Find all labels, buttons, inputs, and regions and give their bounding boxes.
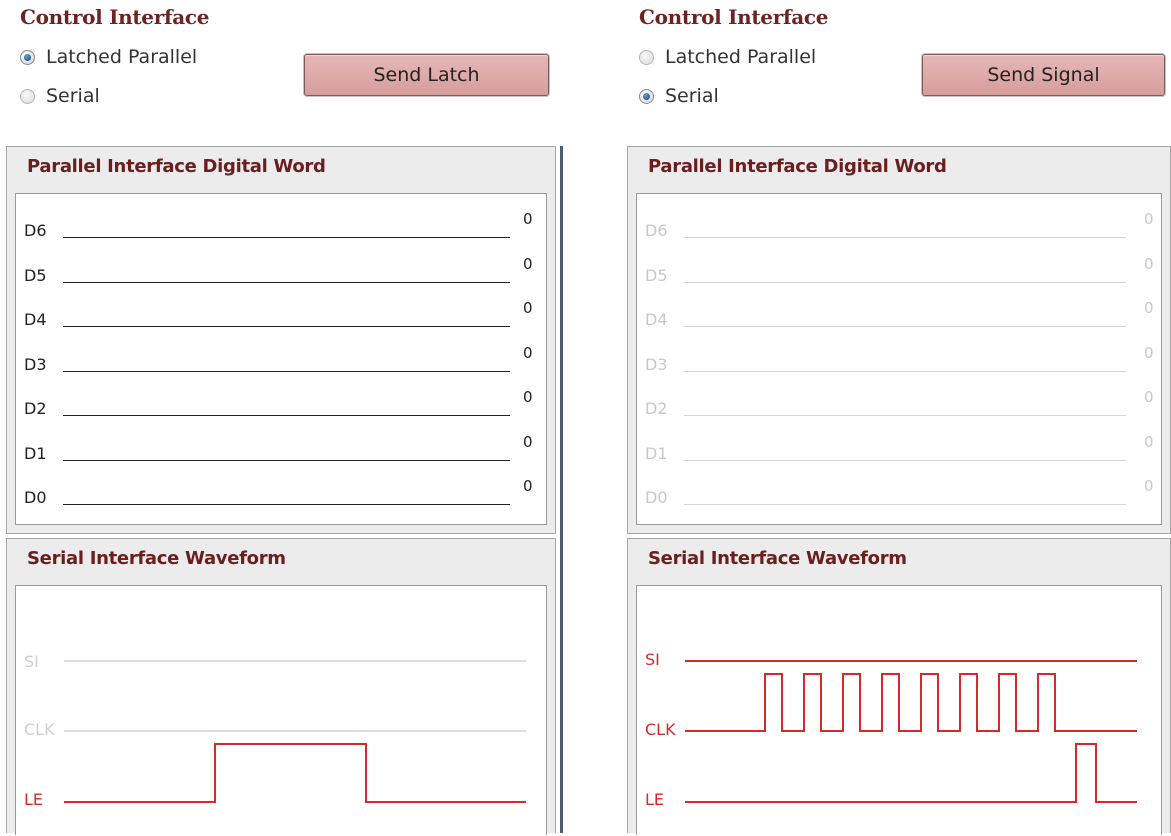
radio-checked-icon[interactable]: [639, 88, 654, 104]
bit-label: D2: [24, 399, 47, 418]
bit-row: D3 0: [16, 340, 546, 380]
radio-latched-parallel[interactable]: Latched Parallel: [20, 46, 197, 68]
le-waveform: [685, 743, 1137, 803]
bit-row: D6 0: [16, 206, 546, 246]
bit-value: 0: [523, 432, 533, 451]
panel-divider: [560, 146, 563, 833]
parallel-group-title: Parallel Interface Digital Word: [648, 156, 947, 177]
bit-label: D0: [24, 488, 47, 507]
bit-row: D4 0: [16, 295, 546, 335]
parallel-word-group: Parallel Interface Digital Word D6 0 D5 0 D4…: [627, 146, 1171, 534]
le-waveform: [64, 743, 526, 803]
right-control-panel: Control Interface Latched Parallel Seria…: [624, 0, 1171, 835]
bit-line: [684, 504, 1126, 505]
bit-line: [684, 459, 1126, 461]
bit-value: 0: [1144, 299, 1154, 317]
le-label: LE: [645, 790, 665, 809]
si-label: SI: [645, 650, 660, 669]
radio-label: Serial: [665, 85, 719, 107]
bit-value: 0: [1144, 254, 1154, 273]
parallel-group-title: Parallel Interface Digital Word: [27, 156, 326, 177]
bit-value: 0: [1144, 477, 1154, 495]
bit-line: [63, 370, 510, 372]
radio-latched-parallel[interactable]: Latched Parallel: [639, 46, 816, 68]
radio-serial[interactable]: Serial: [639, 85, 719, 107]
bit-line: [684, 370, 1126, 372]
bit-line: [684, 237, 1126, 238]
bit-row: D1 0: [16, 429, 546, 469]
bit-label: D0: [645, 488, 668, 507]
bit-label: D3: [645, 354, 668, 374]
radio-label: Latched Parallel: [46, 46, 198, 68]
clk-label: CLK: [645, 720, 676, 739]
bit-row: D0 0: [637, 473, 1161, 513]
bit-label: D6: [645, 221, 668, 240]
control-interface-title: Control Interface: [639, 5, 829, 29]
bit-line: [684, 415, 1126, 416]
bit-row: D1 0: [637, 429, 1161, 469]
radio-checked-icon[interactable]: [20, 49, 35, 65]
le-label: LE: [24, 790, 44, 809]
bit-label: D1: [24, 443, 47, 463]
send-latch-button[interactable]: Send Latch: [304, 54, 549, 96]
radio-unchecked-icon[interactable]: [20, 88, 35, 104]
bit-row: D2 0: [16, 384, 546, 424]
bit-row: D6 0: [637, 206, 1161, 246]
bit-label: D1: [645, 443, 668, 463]
bit-line: [63, 459, 510, 461]
bit-line: [63, 326, 510, 327]
serial-waveform-group: Serial Interface Waveform SI CLK LE: [627, 538, 1171, 835]
bit-row: D3 0: [637, 340, 1161, 380]
bit-line: [684, 326, 1126, 327]
bit-value: 0: [523, 254, 533, 273]
bit-value: 0: [1144, 210, 1154, 228]
serial-group-title: Serial Interface Waveform: [648, 548, 907, 569]
bit-row: D2 0: [637, 384, 1161, 424]
bit-value: 0: [523, 388, 533, 406]
bit-row: D5 0: [637, 251, 1161, 291]
bit-label: D6: [24, 221, 47, 240]
left-control-panel: Control Interface Latched Parallel Seria…: [0, 0, 562, 835]
bit-label: D3: [24, 354, 47, 374]
serial-waveform-area: SI CLK LE: [636, 585, 1162, 835]
clk-label: CLK: [24, 720, 55, 739]
bit-label: D5: [24, 265, 47, 285]
clk-waveform: [685, 673, 1137, 732]
bit-label: D2: [645, 399, 668, 418]
waveform-canvas: [685, 660, 1137, 803]
bit-label: D5: [645, 265, 668, 285]
waveform-canvas: [64, 660, 526, 803]
radio-serial[interactable]: Serial: [20, 85, 100, 107]
bit-line: [684, 281, 1126, 283]
send-signal-button[interactable]: Send Signal: [922, 54, 1165, 96]
bit-row: D4 0: [637, 295, 1161, 335]
bit-value: 0: [523, 299, 533, 317]
bit-value: 0: [1144, 343, 1154, 362]
serial-waveform-area: SI CLK LE: [15, 585, 547, 835]
bit-line: [63, 415, 510, 416]
radio-unchecked-icon[interactable]: [639, 49, 654, 65]
radio-label: Latched Parallel: [665, 46, 817, 68]
bit-row: D5 0: [16, 251, 546, 291]
parallel-bits-area: D6 0 D5 0 D4 0 D3 0 D2 0 D1 0 D0 0: [15, 193, 547, 525]
bit-line: [63, 237, 510, 238]
serial-group-title: Serial Interface Waveform: [27, 548, 286, 569]
bit-line: [63, 504, 510, 505]
bit-line: [63, 281, 510, 283]
bit-row: D0 0: [16, 473, 546, 513]
si-label: SI: [24, 652, 39, 671]
control-interface-title: Control Interface: [20, 5, 210, 29]
bit-value: 0: [523, 477, 533, 495]
parallel-bits-area: D6 0 D5 0 D4 0 D3 0 D2 0 D1 0 D0 0: [636, 193, 1162, 525]
bit-value: 0: [523, 210, 533, 228]
bit-label: D4: [24, 310, 47, 329]
bit-value: 0: [523, 343, 533, 362]
bit-label: D4: [645, 310, 668, 329]
bit-value: 0: [1144, 388, 1154, 406]
radio-label: Serial: [46, 85, 100, 107]
serial-waveform-group: Serial Interface Waveform SI CLK LE: [6, 538, 556, 835]
parallel-word-group: Parallel Interface Digital Word D6 0 D5 0 D4…: [6, 146, 556, 534]
bit-value: 0: [1144, 432, 1154, 451]
